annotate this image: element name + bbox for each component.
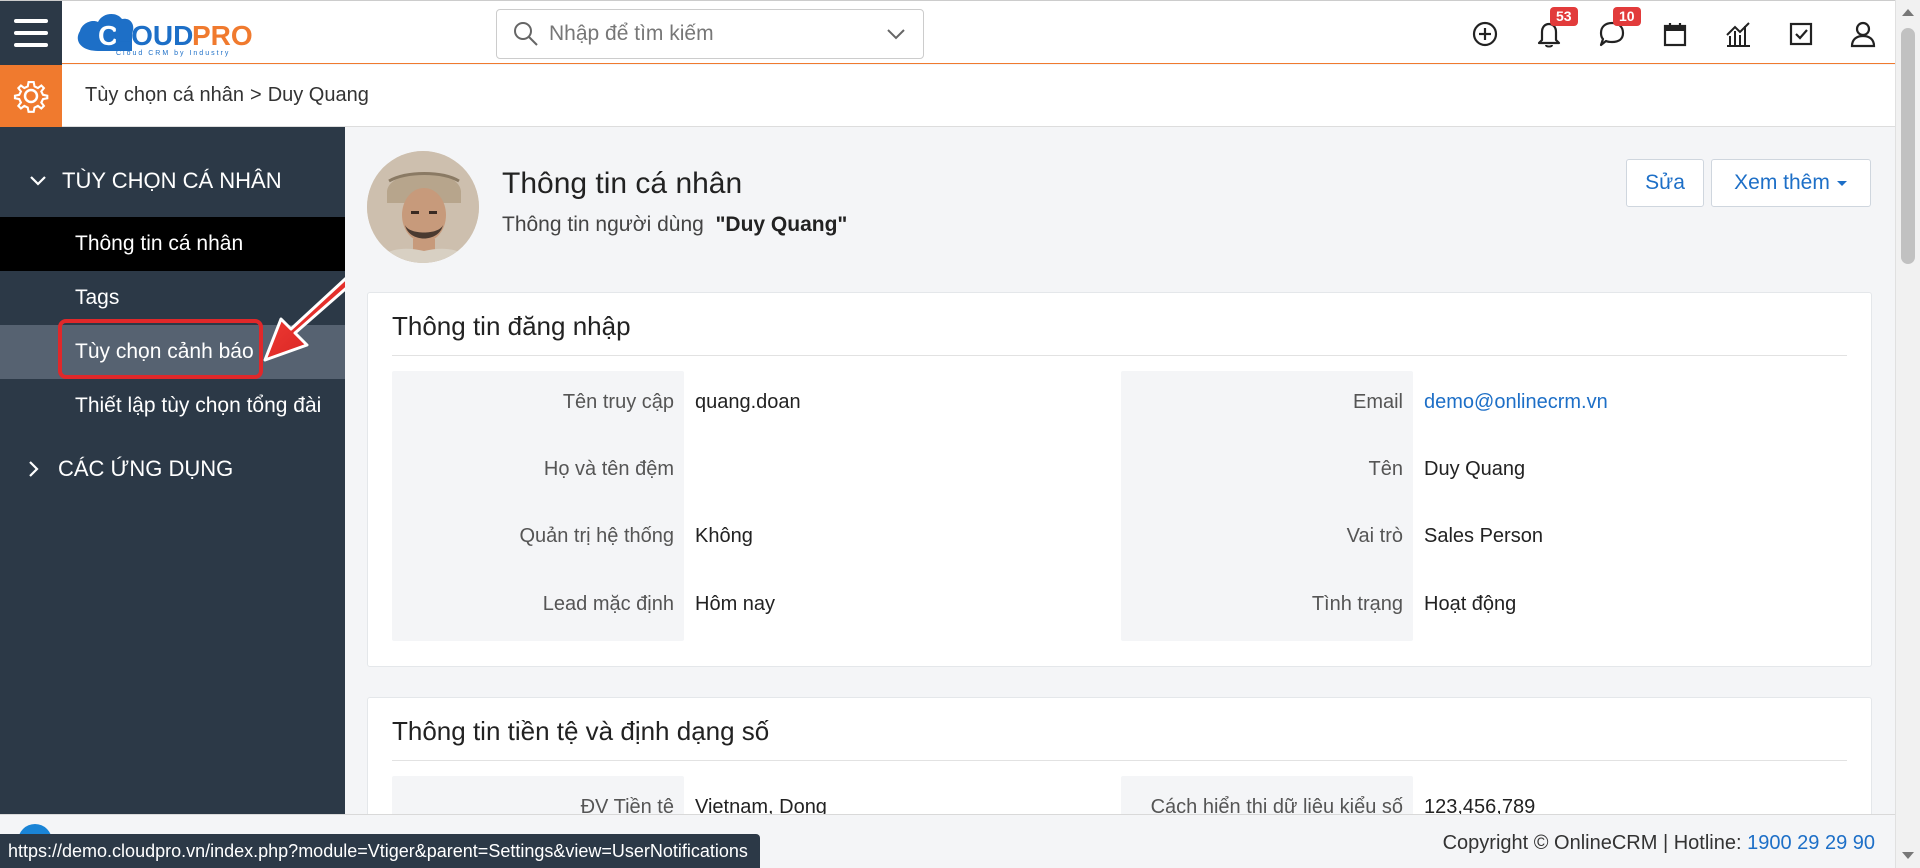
search-icon bbox=[514, 22, 538, 46]
sidebar-item-label: Tags bbox=[75, 286, 120, 309]
svg-text:Cloud CRM by Industry: Cloud CRM by Industry bbox=[116, 50, 230, 57]
gear-icon bbox=[13, 81, 49, 113]
field-label: Email bbox=[1352, 391, 1403, 413]
task-icon[interactable] bbox=[1786, 19, 1816, 49]
scroll-down-arrow[interactable] bbox=[1902, 852, 1914, 859]
field-label: Tên bbox=[1368, 458, 1403, 480]
field-value-first-name: Duy Quang bbox=[1424, 458, 1526, 480]
vertical-scrollbar[interactable] bbox=[1895, 0, 1920, 868]
sidebar-section-personal[interactable]: TÙY CHỌN CÁ NHÂN bbox=[0, 153, 345, 209]
page-title: Thông tin cá nhân bbox=[502, 167, 743, 200]
svg-text:LOUD: LOUD bbox=[114, 20, 193, 51]
field-label: Lead mặc định bbox=[542, 593, 674, 615]
card-title: Thông tin đăng nhập bbox=[392, 311, 631, 341]
menu-button[interactable] bbox=[0, 1, 62, 65]
card-title: Thông tin tiền tệ và định dạng số bbox=[392, 716, 770, 746]
svg-text:PRO: PRO bbox=[192, 20, 253, 51]
sidebar-item-callcenter-settings[interactable]: Thiết lập tùy chọn tổng đài bbox=[0, 379, 345, 433]
notifications-button[interactable]: 53 bbox=[1534, 7, 1578, 49]
field-value-status: Hoạt động bbox=[1424, 593, 1517, 615]
top-bar: C LOUD PRO Cloud CRM by Industry 53 10 bbox=[0, 0, 1895, 65]
cloudpro-logo[interactable]: C LOUD PRO Cloud CRM by Industry bbox=[70, 7, 300, 59]
sidebar-item-label: Thiết lập tùy chọn tổng đài bbox=[75, 394, 322, 417]
sidebar-section-label: TÙY CHỌN CÁ NHÂN bbox=[62, 168, 282, 193]
search-box[interactable] bbox=[496, 9, 924, 59]
sidebar-section-label: CÁC ỨNG DỤNG bbox=[58, 456, 234, 481]
messages-button[interactable]: 10 bbox=[1597, 7, 1641, 49]
more-button[interactable]: Xem thêm bbox=[1711, 159, 1871, 207]
avatar bbox=[367, 151, 479, 263]
login-info-card: Thông tin đăng nhập Tên truy cập quang.d… bbox=[367, 292, 1872, 667]
user-name: "Duy Quang" bbox=[715, 213, 848, 236]
notifications-badge: 53 bbox=[1550, 7, 1578, 26]
page-subtitle: Thông tin người dùng "Duy Quang" bbox=[502, 213, 848, 236]
scroll-up-arrow[interactable] bbox=[1902, 9, 1914, 16]
sidebar: TÙY CHỌN CÁ NHÂN Thông tin cá nhân Tags … bbox=[0, 127, 345, 814]
field-value-username: quang.doan bbox=[695, 391, 801, 413]
main-content: Thông tin cá nhân Thông tin người dùng "… bbox=[345, 127, 1895, 856]
breadcrumb-current: Duy Quang bbox=[267, 84, 369, 106]
settings-button[interactable] bbox=[0, 65, 62, 127]
breadcrumb-separator: > bbox=[250, 84, 262, 106]
chart-icon[interactable] bbox=[1723, 19, 1753, 49]
hotline-link[interactable]: 1900 29 29 90 bbox=[1747, 832, 1875, 854]
user-icon[interactable] bbox=[1848, 19, 1878, 49]
sidebar-section-apps[interactable]: CÁC ỨNG DỤNG bbox=[0, 441, 345, 497]
edit-button[interactable]: Sửa bbox=[1626, 159, 1704, 207]
field-value-role: Sales Person bbox=[1424, 525, 1543, 547]
chevron-down-icon bbox=[30, 176, 46, 186]
field-label: Tình trạng bbox=[1311, 593, 1403, 615]
calendar-icon[interactable] bbox=[1660, 19, 1690, 49]
add-icon[interactable] bbox=[1470, 19, 1500, 49]
field-label: Tên truy cập bbox=[562, 391, 674, 413]
breadcrumb-bar: Tùy chọn cá nhân > Duy Quang bbox=[0, 65, 1895, 127]
field-value-email[interactable]: demo@onlinecrm.vn bbox=[1424, 391, 1608, 414]
scroll-thumb[interactable] bbox=[1901, 28, 1915, 264]
copyright-text: Copyright © OnlineCRM | Hotline: 1900 29… bbox=[1442, 832, 1875, 854]
annotation-highlight-box bbox=[58, 319, 263, 379]
sidebar-item-label: Thông tin cá nhân bbox=[75, 232, 244, 255]
caret-down-icon bbox=[1836, 181, 1847, 186]
field-label: Vai trò bbox=[1346, 525, 1403, 547]
breadcrumb: Tùy chọn cá nhân > Duy Quang bbox=[85, 84, 369, 107]
status-bar-url: https://demo.cloudpro.vn/index.php?modul… bbox=[0, 834, 760, 868]
messages-badge: 10 bbox=[1613, 7, 1641, 26]
chevron-down-icon[interactable] bbox=[883, 21, 909, 47]
field-value-default-lead: Hôm nay bbox=[695, 593, 776, 615]
field-label: Họ và tên đệm bbox=[543, 458, 674, 480]
breadcrumb-parent[interactable]: Tùy chọn cá nhân bbox=[85, 84, 244, 107]
field-value-admin: Không bbox=[695, 525, 753, 547]
chevron-right-icon bbox=[29, 461, 39, 477]
menu-icon bbox=[14, 19, 48, 23]
search-input[interactable] bbox=[549, 22, 883, 46]
field-label: Quản trị hệ thống bbox=[519, 525, 674, 547]
